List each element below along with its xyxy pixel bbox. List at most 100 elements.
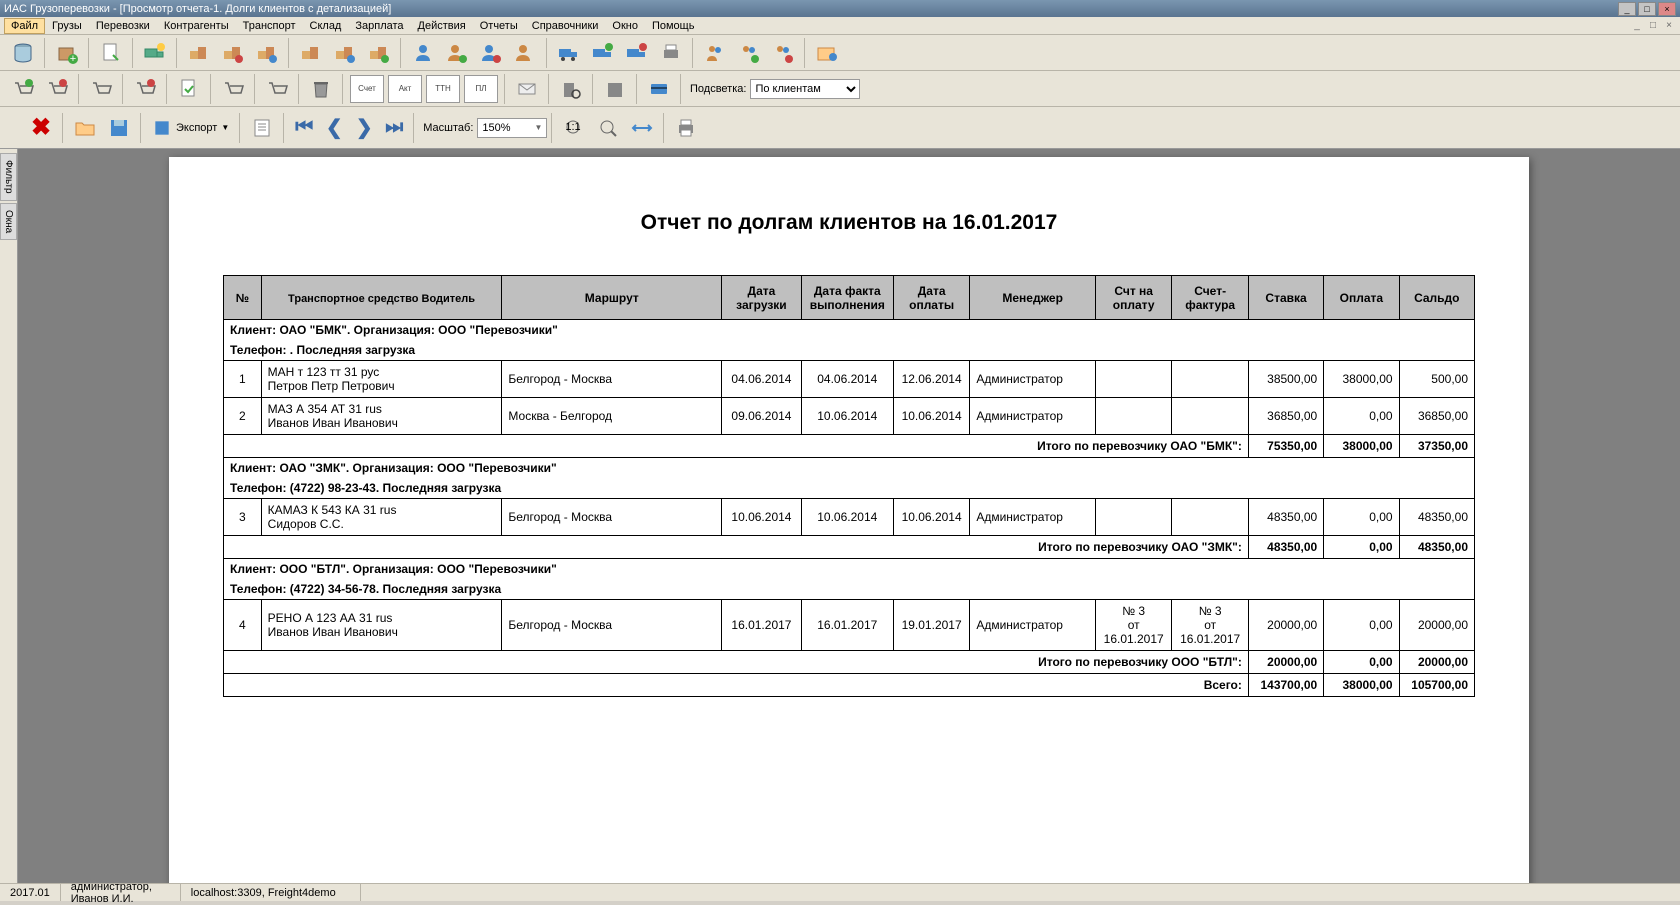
- open-folder-icon[interactable]: [68, 112, 102, 144]
- cart-remove-icon[interactable]: [40, 73, 74, 105]
- status-bar: 2017.01 администратор, Иванов И.И. local…: [0, 883, 1680, 901]
- mdi-minimize-button[interactable]: _: [1630, 19, 1644, 33]
- menu-warehouse[interactable]: Склад: [303, 18, 349, 34]
- zoom-combo[interactable]: 150%▼: [477, 118, 547, 138]
- boxes-icon-4[interactable]: [294, 37, 328, 69]
- nav-last-button[interactable]: ⏭: [379, 113, 409, 143]
- people-icon-3[interactable]: [766, 37, 800, 69]
- table-header-row: № Транспортное средство Водитель Маршрут…: [224, 276, 1475, 320]
- main-toolbar: +: [0, 35, 1680, 71]
- people-icon-1[interactable]: [698, 37, 732, 69]
- mdi-close-button[interactable]: ×: [1662, 19, 1676, 33]
- box-add-icon[interactable]: +: [50, 37, 84, 69]
- menu-transport-ops[interactable]: Перевозки: [89, 18, 157, 34]
- autoscale-icon[interactable]: [625, 112, 659, 144]
- highlight-select[interactable]: По клиентам: [750, 79, 860, 99]
- building-icon[interactable]: [598, 73, 632, 105]
- doc-type-pl[interactable]: ПЛ: [464, 75, 498, 103]
- secondary-toolbar: Счет Акт ТТН ПЛ Подсветка: По клиентам: [0, 71, 1680, 107]
- cart-add-icon[interactable]: [6, 73, 40, 105]
- menu-cargo[interactable]: Грузы: [45, 18, 89, 34]
- person-icon-2[interactable]: [440, 37, 474, 69]
- th-d1: Дата загрузки: [722, 276, 802, 320]
- nav-prev-button[interactable]: ❮: [319, 113, 349, 143]
- nav-first-button[interactable]: ⏮: [289, 113, 319, 143]
- close-button[interactable]: ×: [1658, 2, 1676, 16]
- export-button[interactable]: Экспорт▼: [146, 113, 235, 143]
- group-client: Клиент: ООО "БТЛ". Организация: ООО "Пер…: [224, 559, 1475, 580]
- subtotal-row: Итого по перевозчику ОАО "БМК":75350,003…: [224, 435, 1475, 458]
- boxes-icon-5[interactable]: [328, 37, 362, 69]
- svg-text:1:1: 1:1: [566, 121, 581, 133]
- menu-reports[interactable]: Отчеты: [473, 18, 525, 34]
- sidetab-filter[interactable]: Фильтр: [0, 153, 17, 201]
- menu-help[interactable]: Помощь: [645, 18, 702, 34]
- menu-salary[interactable]: Зарплата: [348, 18, 410, 34]
- cart-icon-1[interactable]: [84, 73, 118, 105]
- cart-icon-4[interactable]: [260, 73, 294, 105]
- database-icon[interactable]: [6, 37, 40, 69]
- cart-icon-3[interactable]: [216, 73, 250, 105]
- person-icon-4[interactable]: [508, 37, 542, 69]
- mail-icon[interactable]: [510, 73, 544, 105]
- zoom-fit-icon[interactable]: [591, 112, 625, 144]
- subtotal-row: Итого по перевозчику ОАО "ЗМК":48350,000…: [224, 536, 1475, 559]
- table-row: 2МАЗ А 354 АТ 31 rus Иванов Иван Иванови…: [224, 398, 1475, 435]
- people-icon-2[interactable]: [732, 37, 766, 69]
- truck-money-icon[interactable]: [138, 37, 172, 69]
- th-bal: Сальдо: [1399, 276, 1474, 320]
- subtotal-row: Итого по перевозчику ООО "БТЛ":20000,000…: [224, 651, 1475, 674]
- menu-file[interactable]: Файл: [4, 18, 45, 34]
- boxes-icon-1[interactable]: [182, 37, 216, 69]
- print-report-icon[interactable]: [669, 112, 703, 144]
- cart-icon-2[interactable]: [128, 73, 162, 105]
- status-user: администратор, Иванов И.И.: [61, 884, 181, 901]
- group-phone: Телефон: . Последняя загрузка: [224, 340, 1475, 361]
- close-report-button[interactable]: ✖: [24, 112, 58, 144]
- th-num: №: [224, 276, 262, 320]
- doc-type-akt[interactable]: Акт: [388, 75, 422, 103]
- page-list-icon[interactable]: [245, 112, 279, 144]
- side-tabs: Фильтр Окна: [0, 149, 18, 883]
- menu-counterparties[interactable]: Контрагенты: [157, 18, 236, 34]
- menu-window[interactable]: Окно: [605, 18, 645, 34]
- menu-refs[interactable]: Справочники: [525, 18, 606, 34]
- group-phone: Телефон: (4722) 98-23-43. Последняя загр…: [224, 478, 1475, 499]
- zoom-11-icon[interactable]: 1:1: [557, 112, 591, 144]
- window-titlebar: ИАС Грузоперевозки - [Просмотр отчета-1.…: [0, 0, 1680, 17]
- mdi-restore-button[interactable]: □: [1646, 19, 1660, 33]
- save-icon[interactable]: [102, 112, 136, 144]
- doc-check-icon[interactable]: [172, 73, 206, 105]
- th-route: Маршрут: [502, 276, 722, 320]
- report-table: № Транспортное средство Водитель Маршрут…: [223, 275, 1475, 697]
- building-search-icon[interactable]: [554, 73, 588, 105]
- table-row: 3КАМАЗ К 543 КА 31 rus Сидоров С.С.Белго…: [224, 499, 1475, 536]
- report-toolbar: ✖ Экспорт▼ ⏮ ❮ ❯ ⏭ Масштаб: 150%▼ 1:1: [0, 107, 1680, 149]
- report-title: Отчет по долгам клиентов на 16.01.2017: [223, 211, 1475, 235]
- person-icon-3[interactable]: [474, 37, 508, 69]
- th-mgr: Менеджер: [970, 276, 1096, 320]
- sidetab-windows[interactable]: Окна: [0, 203, 17, 240]
- folder-person-icon[interactable]: [810, 37, 844, 69]
- report-viewport[interactable]: Отчет по долгам клиентов на 16.01.2017 №…: [18, 149, 1680, 883]
- group-client: Клиент: ОАО "ЗМК". Организация: ООО "Пер…: [224, 458, 1475, 479]
- group-phone: Телефон: (4722) 34-56-78. Последняя загр…: [224, 579, 1475, 600]
- menu-actions[interactable]: Действия: [411, 18, 473, 34]
- trash-icon[interactable]: [304, 73, 338, 105]
- doc-type-ttn[interactable]: ТТН: [426, 75, 460, 103]
- person-icon-1[interactable]: [406, 37, 440, 69]
- minimize-button[interactable]: _: [1618, 2, 1636, 16]
- boxes-icon-3[interactable]: [250, 37, 284, 69]
- doc-arrow-icon[interactable]: [94, 37, 128, 69]
- print-icon[interactable]: [654, 37, 688, 69]
- truck-icon-1[interactable]: [552, 37, 586, 69]
- doc-type-schet[interactable]: Счет: [350, 75, 384, 103]
- menu-transport[interactable]: Транспорт: [236, 18, 303, 34]
- truck-icon-2[interactable]: [586, 37, 620, 69]
- card-icon[interactable]: [642, 73, 676, 105]
- boxes-icon-6[interactable]: [362, 37, 396, 69]
- boxes-icon-2[interactable]: [216, 37, 250, 69]
- truck-icon-3[interactable]: [620, 37, 654, 69]
- maximize-button[interactable]: □: [1638, 2, 1656, 16]
- nav-next-button[interactable]: ❯: [349, 113, 379, 143]
